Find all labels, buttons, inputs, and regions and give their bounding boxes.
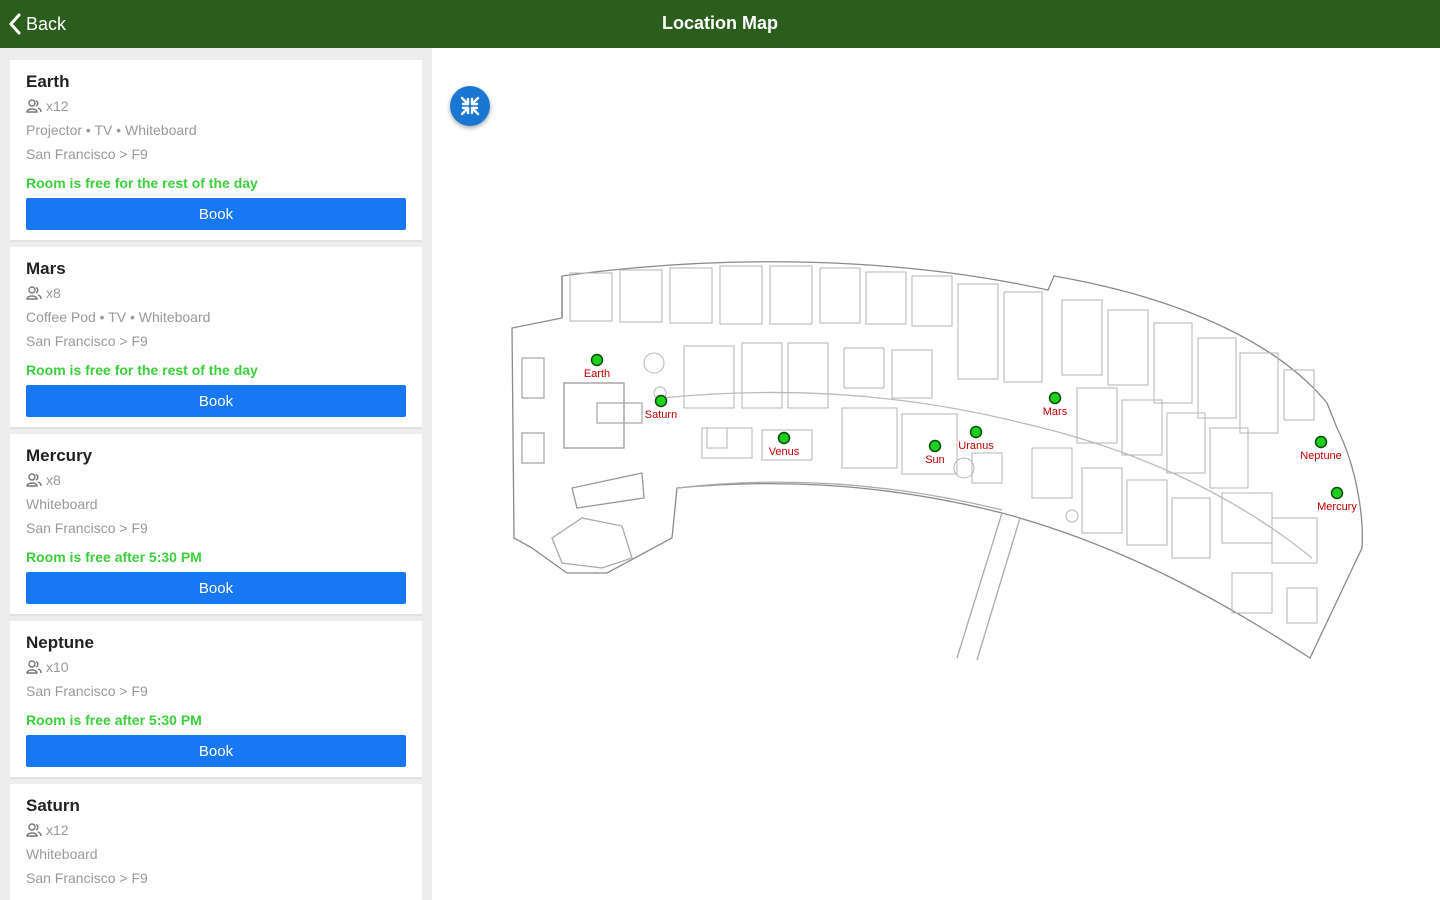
location-map[interactable]: Earth Saturn Venus Sun Uranus Mars Neptune Merc… xyxy=(432,48,1440,900)
map-pin-venus[interactable]: Venus xyxy=(769,431,800,459)
people-icon xyxy=(26,286,42,300)
pin-dot-icon[interactable] xyxy=(777,431,791,445)
desk-clusters xyxy=(569,265,1318,624)
map-pin-mercury[interactable]: Mercury xyxy=(1317,486,1357,514)
floor-plan[interactable]: Earth Saturn Venus Sun Uranus Mars Neptune Merc… xyxy=(432,48,1440,900)
people-icon xyxy=(26,823,42,837)
pin-label: Mars xyxy=(1043,406,1068,418)
room-location: San Francisco > F9 xyxy=(26,333,148,349)
pin-dot-icon[interactable] xyxy=(928,439,942,453)
room-status: Room is free for the rest of the day xyxy=(26,175,258,191)
map-pin-saturn[interactable]: Saturn xyxy=(645,394,677,422)
room-amenities: Whiteboard xyxy=(26,496,98,512)
capacity-value: x12 xyxy=(46,822,69,838)
room-name: Mercury xyxy=(26,446,93,465)
people-icon xyxy=(26,99,42,113)
room-status: Room is free after 5:30 PM xyxy=(26,549,202,565)
room-card-mars[interactable]: Mars x8 Coffee Pod • TV • Whiteboard San… xyxy=(10,247,422,429)
book-button[interactable]: Book xyxy=(26,385,406,417)
book-button[interactable]: Book xyxy=(26,198,406,230)
book-button[interactable]: Book xyxy=(26,572,406,604)
room-list[interactable]: Earth x12 Projector • TV • Whiteboard Sa… xyxy=(0,48,432,900)
map-pin-uranus[interactable]: Uranus xyxy=(958,425,994,453)
collapse-arrows-icon xyxy=(460,96,480,116)
pin-label: Uranus xyxy=(958,440,994,452)
people-icon xyxy=(26,473,42,487)
room-capacity: x8 xyxy=(26,468,406,492)
pin-label: Neptune xyxy=(1300,450,1342,462)
pin-label: Earth xyxy=(584,368,610,380)
pin-label: Saturn xyxy=(645,409,677,421)
pin-dot-icon[interactable] xyxy=(1330,486,1344,500)
pin-dot-icon[interactable] xyxy=(1314,435,1328,449)
room-card-neptune[interactable]: Neptune x10 San Francisco > F9 Room is f… xyxy=(10,621,422,779)
room-name: Mars xyxy=(26,259,66,278)
pin-label: Mercury xyxy=(1317,501,1357,513)
fullscreen-button[interactable] xyxy=(450,86,490,126)
map-pin-sun[interactable]: Sun xyxy=(925,439,945,467)
room-pins: Earth Saturn Venus Sun Uranus Mars Neptune Merc… xyxy=(584,353,1357,514)
room-card-earth[interactable]: Earth x12 Projector • TV • Whiteboard Sa… xyxy=(10,60,422,242)
room-name: Neptune xyxy=(26,633,94,652)
room-capacity: x12 xyxy=(26,818,406,842)
capacity-value: x10 xyxy=(46,659,69,675)
pin-dot-icon[interactable] xyxy=(1048,391,1062,405)
room-capacity: x8 xyxy=(26,281,406,305)
pin-label: Venus xyxy=(769,446,800,458)
room-card-saturn[interactable]: Saturn x12 Whiteboard San Francisco > F9 xyxy=(10,784,422,900)
pin-dot-icon[interactable] xyxy=(654,394,668,408)
room-location: San Francisco > F9 xyxy=(26,870,148,886)
top-app-bar: Back Location Map xyxy=(0,0,1440,48)
room-amenities: Whiteboard xyxy=(26,846,98,862)
room-status: Room is free after 5:30 PM xyxy=(26,712,202,728)
people-icon xyxy=(26,660,42,674)
capacity-value: x12 xyxy=(46,98,69,114)
capacity-value: x8 xyxy=(46,472,61,488)
pin-dot-icon[interactable] xyxy=(590,353,604,367)
room-status: Room is free for the rest of the day xyxy=(26,362,258,378)
room-capacity: x12 xyxy=(26,94,406,118)
room-capacity: x10 xyxy=(26,655,406,679)
room-location: San Francisco > F9 xyxy=(26,520,148,536)
room-amenities: Projector • TV • Whiteboard xyxy=(26,122,197,138)
book-button[interactable]: Book xyxy=(26,735,406,767)
pin-dot-icon[interactable] xyxy=(969,425,983,439)
room-name: Saturn xyxy=(26,796,80,815)
room-location: San Francisco > F9 xyxy=(26,146,148,162)
map-pin-mars[interactable]: Mars xyxy=(1043,391,1068,419)
map-pin-neptune[interactable]: Neptune xyxy=(1300,435,1342,463)
capacity-value: x8 xyxy=(46,285,61,301)
room-name: Earth xyxy=(26,72,70,91)
room-location: San Francisco > F9 xyxy=(26,683,148,699)
page-title: Location Map xyxy=(662,13,778,33)
room-amenities: Coffee Pod • TV • Whiteboard xyxy=(26,309,211,325)
room-card-mercury[interactable]: Mercury x8 Whiteboard San Francisco > F9… xyxy=(10,434,422,616)
pin-label: Sun xyxy=(925,454,945,466)
map-pin-earth[interactable]: Earth xyxy=(584,353,610,381)
